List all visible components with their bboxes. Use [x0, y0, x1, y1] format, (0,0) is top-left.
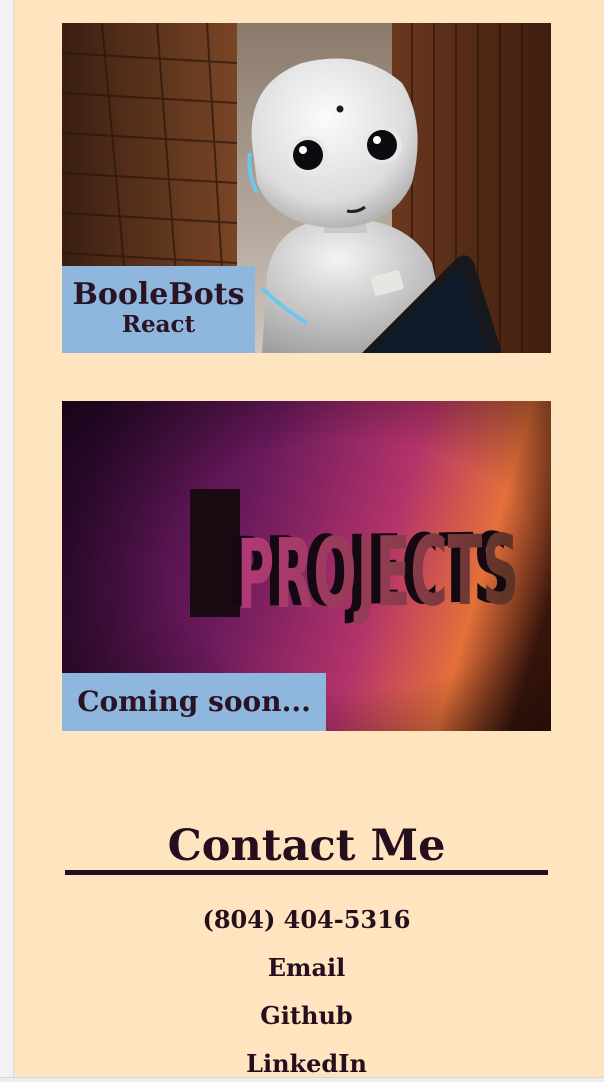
horizontal-scrollbar[interactable] — [0, 1077, 604, 1082]
project-card-boolebots[interactable]: BooleBots React — [62, 23, 551, 353]
project-caption: BooleBots React — [62, 266, 255, 353]
project-card-coming-soon[interactable]: PROJECTS PROJECTS Coming soon... — [62, 401, 551, 731]
project-title: BooleBots — [72, 277, 245, 312]
contact-divider — [65, 870, 548, 875]
phone-link[interactable]: (804) 404-5316 — [202, 905, 410, 934]
linkedin-link[interactable]: LinkedIn — [246, 1049, 367, 1078]
contact-item-github: Github — [65, 992, 548, 1040]
project-caption: Coming soon... — [62, 673, 326, 731]
contact-links: (804) 404-5316 Email Github LinkedIn — [65, 896, 548, 1082]
svg-text:PROJECTS: PROJECTS — [237, 514, 519, 631]
github-link[interactable]: Github — [260, 1001, 352, 1030]
contact-item-phone: (804) 404-5316 — [65, 896, 548, 944]
email-link[interactable]: Email — [268, 953, 345, 982]
project-tech: React — [121, 311, 196, 338]
portfolio-page: BooleBots React PROJECTS PROJECTS Coming… — [14, 0, 604, 1082]
browser-left-gutter — [0, 0, 14, 1082]
project-title: Coming soon... — [77, 685, 311, 718]
contact-item-email: Email — [65, 944, 548, 992]
contact-item-linkedin: LinkedIn — [65, 1040, 548, 1082]
contact-heading: Contact Me — [167, 821, 446, 871]
